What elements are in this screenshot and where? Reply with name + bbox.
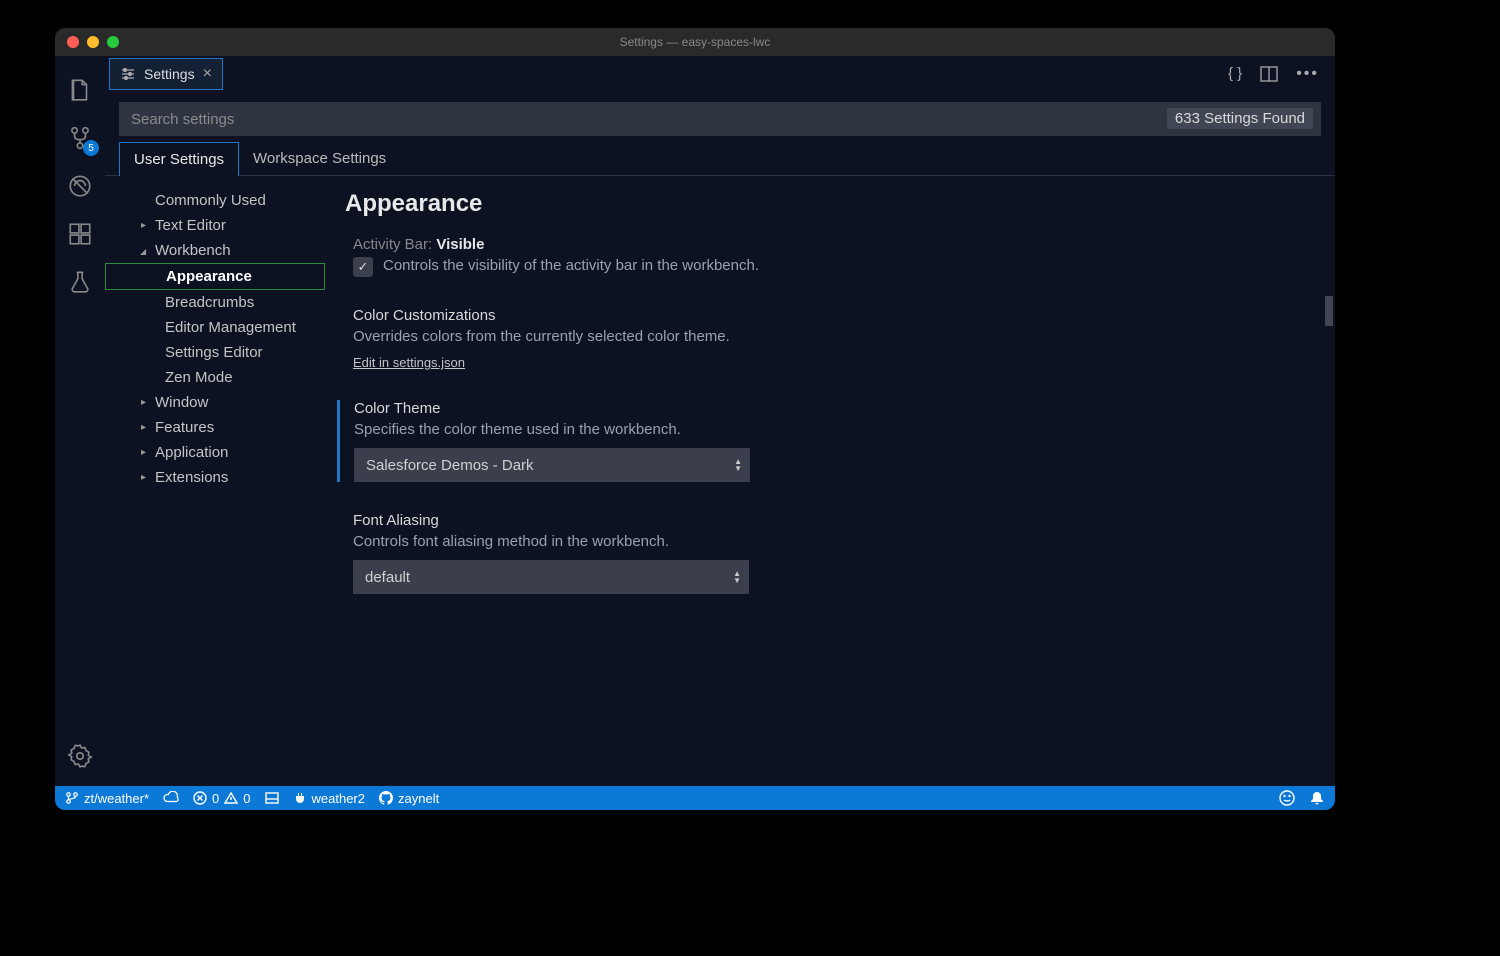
setting-title: Activity Bar: Visible (353, 236, 1305, 253)
panel-status[interactable] (265, 791, 279, 805)
warning-icon (224, 791, 238, 805)
setting-activity-bar-visible: Activity Bar: Visible ✓ Controls the vis… (345, 236, 1305, 277)
toc-extensions[interactable]: Extensions (105, 465, 325, 490)
settings-count-label: 633 Settings Found (1167, 108, 1313, 129)
toc-breadcrumbs[interactable]: Breadcrumbs (105, 290, 325, 315)
scm-badge: 5 (83, 140, 99, 156)
setting-desc: Controls the visibility of the activity … (383, 257, 759, 274)
setting-desc: Overrides colors from the currently sele… (353, 328, 1305, 345)
setting-title: Color Customizations (353, 307, 1305, 324)
toc-zen-mode[interactable]: Zen Mode (105, 365, 325, 390)
settings-icon (120, 66, 136, 82)
window-title: Settings — easy-spaces-lwc (55, 35, 1335, 49)
section-heading: Appearance (345, 190, 1305, 218)
title-bar: Settings — easy-spaces-lwc (55, 28, 1335, 56)
setting-desc: Specifies the color theme used in the wo… (354, 421, 1305, 438)
search-settings-input[interactable] (119, 102, 1321, 136)
settings-gear-icon[interactable] (55, 732, 105, 780)
setting-color-customizations: Color Customizations Overrides colors fr… (345, 307, 1305, 370)
close-tab-icon[interactable]: × (203, 66, 212, 82)
debug-icon[interactable] (55, 162, 105, 210)
error-icon (193, 791, 207, 805)
extensions-icon[interactable] (55, 210, 105, 258)
more-actions-icon[interactable]: ••• (1296, 65, 1319, 83)
test-beaker-icon[interactable] (55, 258, 105, 306)
notifications-status[interactable] (1309, 790, 1325, 806)
activity-bar: 5 (55, 56, 105, 786)
toc-window[interactable]: Window (105, 390, 325, 415)
setting-font-aliasing: Font Aliasing Controls font aliasing met… (345, 512, 1305, 594)
setting-color-theme: Color Theme Specifies the color theme us… (337, 400, 1305, 482)
sync-status[interactable] (163, 791, 179, 805)
activity-bar-visible-checkbox[interactable]: ✓ (353, 257, 373, 277)
tab-bar: Settings × { } ••• (105, 56, 1335, 92)
toc-application[interactable]: Application (105, 440, 325, 465)
settings-body: Commonly Used Text Editor Workbench Appe… (105, 176, 1335, 786)
branch-icon (65, 791, 79, 805)
explorer-icon[interactable] (55, 66, 105, 114)
toc-workbench[interactable]: Workbench (105, 238, 325, 263)
setting-title: Color Theme (354, 400, 1305, 417)
toc-appearance[interactable]: Appearance (105, 263, 325, 290)
plug-icon (293, 791, 307, 805)
tab-label: Settings (144, 66, 195, 82)
app-window: Settings — easy-spaces-lwc 5 (55, 28, 1335, 810)
toc-features[interactable]: Features (105, 415, 325, 440)
settings-search-row: 633 Settings Found (105, 92, 1335, 142)
color-theme-select[interactable]: Salesforce Demos - Dark (354, 448, 750, 482)
github-icon (379, 791, 393, 805)
source-control-icon[interactable]: 5 (55, 114, 105, 162)
smiley-icon (1279, 790, 1295, 806)
select-arrows-icon: ▲▼ (733, 570, 741, 584)
font-aliasing-select[interactable]: default (353, 560, 749, 594)
editor-actions: { } ••• (1228, 65, 1335, 83)
tab-settings[interactable]: Settings × (109, 58, 223, 90)
git-branch-status[interactable]: zt/weather* (65, 791, 149, 806)
toc-commonly-used[interactable]: Commonly Used (105, 188, 325, 213)
cloud-icon (163, 791, 179, 805)
org-status[interactable]: weather2 (293, 791, 365, 806)
setting-desc: Controls font aliasing method in the wor… (353, 533, 1305, 550)
settings-scope-tabs: User Settings Workspace Settings (105, 142, 1335, 176)
bell-icon (1309, 790, 1325, 806)
minimap-scrollbar[interactable] (1325, 296, 1333, 326)
settings-toc: Commonly Used Text Editor Workbench Appe… (105, 176, 325, 786)
panel-icon (265, 791, 279, 805)
feedback-status[interactable] (1279, 790, 1295, 806)
setting-title: Font Aliasing (353, 512, 1305, 529)
toc-text-editor[interactable]: Text Editor (105, 213, 325, 238)
split-editor-icon[interactable] (1260, 65, 1278, 83)
user-settings-tab[interactable]: User Settings (119, 142, 239, 176)
toc-settings-editor[interactable]: Settings Editor (105, 340, 325, 365)
edit-in-settings-json-link[interactable]: Edit in settings.json (353, 355, 465, 370)
toc-editor-management[interactable]: Editor Management (105, 315, 325, 340)
settings-content: Appearance Activity Bar: Visible ✓ Contr… (325, 176, 1335, 786)
problems-status[interactable]: 0 0 (193, 791, 250, 806)
select-arrows-icon: ▲▼ (734, 458, 742, 472)
workspace-settings-tab[interactable]: Workspace Settings (239, 142, 400, 175)
body: 5 Settings × { (55, 56, 1335, 786)
github-status[interactable]: zaynelt (379, 791, 439, 806)
open-json-icon[interactable]: { } (1228, 65, 1242, 83)
status-bar: zt/weather* 0 0 weather2 zaynelt (55, 786, 1335, 810)
editor-area: Settings × { } ••• 633 Settings Found Us… (105, 56, 1335, 786)
